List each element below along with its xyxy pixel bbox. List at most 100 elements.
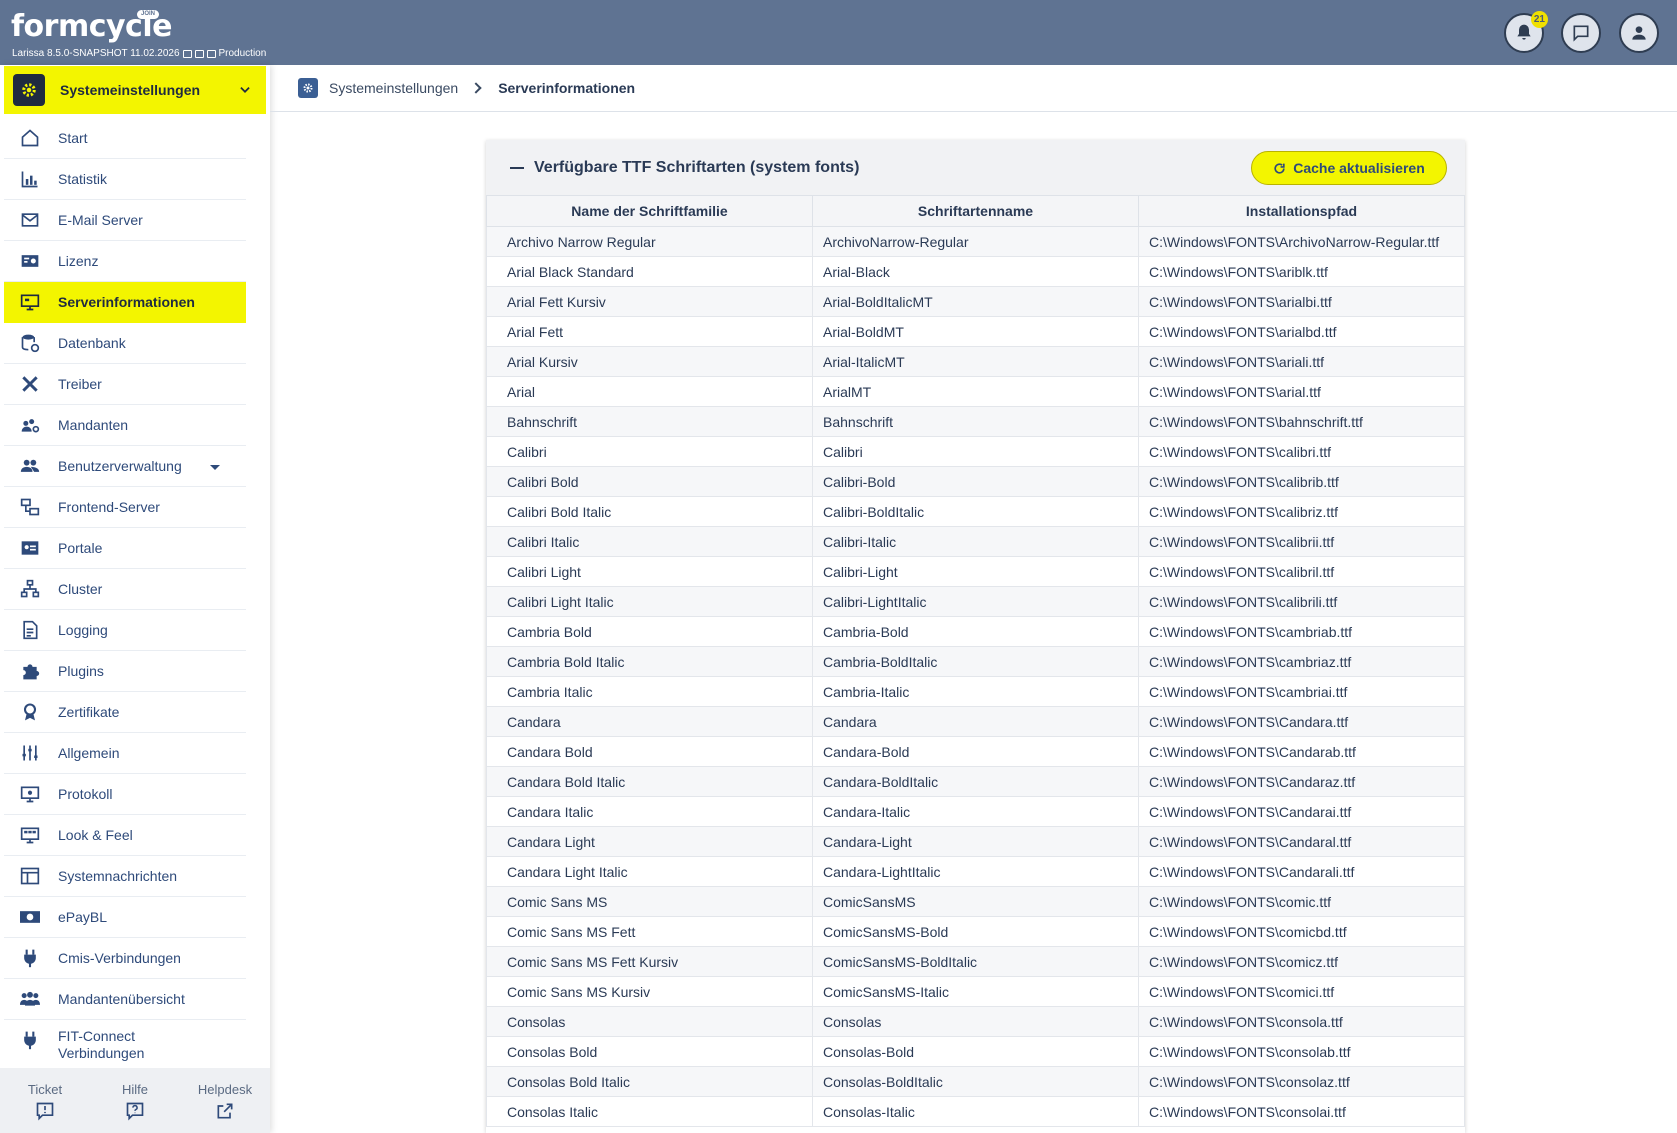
table-row[interactable]: Arial Fett Arial-BoldMT C:\Windows\FONTS\a… <box>486 316 1465 347</box>
table-row[interactable]: Candara Light Italic Candara-LightItalic C… <box>486 856 1465 887</box>
sidebar-item-datenbank[interactable]: Datenbank <box>4 323 246 364</box>
sidebar-item-start[interactable]: Start <box>4 118 246 159</box>
table-row[interactable]: Arial Black Standard Arial-Black C:\Window… <box>486 256 1465 287</box>
table-row[interactable]: Cambria Bold Italic Cambria-BoldItalic C:\… <box>486 646 1465 677</box>
table-row[interactable]: Bahnschrift Bahnschrift C:\Windows\FONTS\b… <box>486 406 1465 437</box>
sidebar-footer: Ticket Hilfe Helpdesk <box>0 1068 270 1133</box>
sidebar-item-fit-connect-verbindungen[interactable]: FIT-Connect Verbindungen <box>4 1020 246 1072</box>
build-version: Larissa 8.5.0-SNAPSHOT 11.02.2026 <box>12 48 180 59</box>
table-row[interactable]: Candara Italic Candara-Italic C:\Windows\F… <box>486 796 1465 827</box>
table-row[interactable]: Consolas Consolas C:\Windows\FONTS\consola… <box>486 1006 1465 1037</box>
sidebar-item-lizenz[interactable]: Lizenz <box>4 241 246 282</box>
notifications-button[interactable]: 21 <box>1504 11 1548 53</box>
table-row[interactable]: Consolas Bold Italic Consolas-BoldItalic C… <box>486 1066 1465 1097</box>
sidebar-item-portale[interactable]: Portale <box>4 528 246 569</box>
cell-path: C:\Windows\FONTS\Candarab.ttf <box>1138 736 1465 767</box>
sidebar-item-label: Portale <box>58 540 103 556</box>
sidebar-item-treiber[interactable]: Treiber <box>4 364 246 405</box>
sidebar-item-cluster[interactable]: Cluster <box>4 569 246 610</box>
server-icon <box>206 50 216 58</box>
table-row[interactable]: Consolas Bold Consolas-Bold C:\Windows\FON… <box>486 1036 1465 1067</box>
table-row[interactable]: Comic Sans MS Fett ComicSansMS-Bold C:\Win… <box>486 916 1465 947</box>
sidebar-item-statistik[interactable]: Statistik <box>4 159 246 200</box>
cell-fontname: Cambria-Italic <box>812 676 1139 707</box>
sidebar-item-email-server[interactable]: E-Mail Server <box>4 200 246 241</box>
sidebar-item-allgemein[interactable]: Allgemein <box>4 733 246 774</box>
sidebar-item-epaybl[interactable]: ePayBL <box>4 897 246 938</box>
table-row[interactable]: Calibri Calibri C:\Windows\FONTS\calibri.t… <box>486 436 1465 467</box>
gear-icon <box>13 74 45 106</box>
ticket-label: Ticket <box>27 1082 63 1097</box>
sidebar-item-mandantenuebersicht[interactable]: Mandantenübersicht <box>4 979 246 1020</box>
sidebar-item-serverinformationen[interactable]: Serverinformationen <box>4 282 246 323</box>
table-row[interactable]: Consolas Italic Consolas-Italic C:\Windows… <box>486 1096 1465 1127</box>
help-label: Hilfe <box>121 1082 148 1097</box>
sidebar-item-label: Benutzerverwaltung <box>58 458 182 474</box>
table-row[interactable]: Archivo Narrow Regular ArchivoNarrow-Regu… <box>486 226 1465 257</box>
sidebar-item-frontend-server[interactable]: Frontend-Server <box>4 487 246 528</box>
cell-family: Calibri Bold <box>486 466 813 497</box>
table-row[interactable]: Comic Sans MS ComicSansMS C:\Windows\FONTS… <box>486 886 1465 917</box>
table-row[interactable]: Candara Candara C:\Windows\FONTS\Candara.t… <box>486 706 1465 737</box>
table-row[interactable]: Comic Sans MS Kursiv ComicSansMS-Italic C:… <box>486 976 1465 1007</box>
sidebar-item-benutzerverwaltung[interactable]: Benutzerverwaltung <box>4 446 246 487</box>
caret-down-icon[interactable] <box>210 465 220 470</box>
cell-path: C:\Windows\FONTS\consolai.ttf <box>1138 1096 1465 1127</box>
ticket-link[interactable]: Ticket <box>0 1068 90 1133</box>
table-row[interactable]: Candara Bold Italic Candara-BoldItalic C:\… <box>486 766 1465 797</box>
sidebar-item-cmis-verbindungen[interactable]: Cmis-Verbindungen <box>4 938 246 979</box>
certificate-icon <box>18 700 42 724</box>
user-menu-button[interactable] <box>1619 13 1659 53</box>
ticket-icon <box>36 1102 54 1121</box>
table-row[interactable]: Cambria Bold Cambria-Bold C:\Windows\FONTS… <box>486 616 1465 647</box>
cell-fontname: ComicSansMS-Italic <box>812 976 1139 1007</box>
column-header-fontname[interactable]: Schriftartenname <box>812 195 1139 227</box>
table-row[interactable]: Comic Sans MS Fett Kursiv ComicSansMS-Bol… <box>486 946 1465 977</box>
fonts-table: Name der Schriftfamilie Schriftartenname… <box>486 195 1465 1127</box>
cell-fontname: Arial-BoldMT <box>812 316 1139 347</box>
sidebar-item-look-and-feel[interactable]: Look & Feel <box>4 815 246 856</box>
table-row[interactable]: Calibri Italic Calibri-Italic C:\Windows\F… <box>486 526 1465 557</box>
helpdesk-link[interactable]: Helpdesk <box>180 1068 270 1133</box>
document-icon <box>18 618 42 642</box>
table-row[interactable]: Arial ArialMT C:\Windows\FONTS\arial.ttf <box>486 376 1465 407</box>
plug-icon <box>18 1028 42 1052</box>
table-row[interactable]: Candara Bold Candara-Bold C:\Windows\FONTS… <box>486 736 1465 767</box>
cell-family: Arial Fett Kursiv <box>486 286 813 317</box>
sidebar-item-label: Protokoll <box>58 786 113 802</box>
cell-family: Candara Light Italic <box>486 856 813 887</box>
cell-family: Comic Sans MS Fett Kursiv <box>486 946 813 977</box>
table-row[interactable]: Candara Light Candara-Light C:\Windows\FON… <box>486 826 1465 857</box>
table-row[interactable]: Calibri Light Italic Calibri-LightItalic C… <box>486 586 1465 617</box>
module-selector[interactable]: Systemeinstellungen <box>4 66 266 114</box>
messages-button[interactable] <box>1561 13 1601 53</box>
sidebar-item-logging[interactable]: Logging <box>4 610 246 651</box>
sidebar-item-systemnachrichten[interactable]: Systemnachrichten <box>4 856 246 897</box>
table-row[interactable]: Calibri Light Calibri-Light C:\Windows\FON… <box>486 556 1465 587</box>
cell-path: C:\Windows\FONTS\comic.ttf <box>1138 886 1465 917</box>
cell-fontname: Consolas-Bold <box>812 1036 1139 1067</box>
column-header-path[interactable]: Installationspfad <box>1138 195 1465 227</box>
cell-fontname: Calibri-Italic <box>812 526 1139 557</box>
cell-path: C:\Windows\FONTS\Candarai.ttf <box>1138 796 1465 827</box>
chevron-right-icon <box>470 82 482 94</box>
sidebar-item-protokoll[interactable]: Protokoll <box>4 774 246 815</box>
sidebar-item-zertifikate[interactable]: Zertifikate <box>4 692 246 733</box>
refresh-cache-label: Cache aktualisieren <box>1293 160 1425 176</box>
column-header-family[interactable]: Name der Schriftfamilie <box>486 195 813 227</box>
table-row[interactable]: Arial Fett Kursiv Arial-BoldItalicMT C:\Wi… <box>486 286 1465 317</box>
help-link[interactable]: Hilfe <box>90 1068 180 1133</box>
table-row[interactable]: Cambria Italic Cambria-Italic C:\Windows\F… <box>486 676 1465 707</box>
users-icon <box>18 987 42 1011</box>
monitor-icon <box>182 50 192 58</box>
sidebar-item-label: Look & Feel <box>58 827 133 843</box>
sidebar-item-plugins[interactable]: Plugins <box>4 651 246 692</box>
table-row[interactable]: Calibri Bold Calibri-Bold C:\Windows\FONTS… <box>486 466 1465 497</box>
table-row[interactable]: Arial Kursiv Arial-ItalicMT C:\Windows\FON… <box>486 346 1465 377</box>
refresh-cache-button[interactable]: Cache aktualisieren <box>1251 151 1447 185</box>
collapse-icon[interactable] <box>510 166 524 169</box>
breadcrumb-parent[interactable]: Systemeinstellungen <box>329 80 458 96</box>
cell-path: C:\Windows\FONTS\consola.ttf <box>1138 1006 1465 1037</box>
sidebar-item-mandanten[interactable]: Mandanten <box>4 405 246 446</box>
table-row[interactable]: Calibri Bold Italic Calibri-BoldItalic C:\… <box>486 496 1465 527</box>
